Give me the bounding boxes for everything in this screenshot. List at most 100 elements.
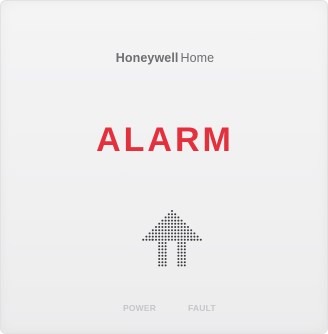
grille-dot (187, 238, 189, 241)
grille-dot (183, 235, 186, 238)
grille-dot (180, 258, 183, 260)
grille-dot (155, 232, 157, 235)
grille-dot (167, 235, 170, 238)
grille-dot (161, 261, 164, 264)
grille-dot (180, 242, 183, 244)
grille-dot (183, 226, 186, 228)
grille-dot (177, 219, 180, 222)
grille-dot (183, 261, 186, 264)
grille-dot (174, 232, 177, 235)
grille-dot (174, 235, 177, 238)
grille-dot (180, 235, 183, 238)
grille-dot (158, 222, 161, 225)
grille-dot (158, 258, 161, 260)
grille-dot (174, 229, 177, 232)
grille-dot (193, 232, 196, 235)
grille-dot (161, 235, 164, 238)
grille-dot (155, 229, 157, 232)
grille-dot (167, 238, 170, 241)
grille-dot (183, 222, 186, 225)
power-indicator-label: POWER (123, 303, 157, 313)
grille-dot (177, 258, 180, 260)
brand-suffix: Home (180, 51, 215, 65)
grille-dot (167, 226, 170, 228)
grille-dot (174, 222, 177, 225)
grille-dot (180, 226, 183, 228)
grille-dot (171, 216, 173, 219)
grille-dot (177, 251, 180, 254)
grille-dot (161, 258, 164, 260)
grille-dot (180, 229, 183, 232)
grille-dot (183, 251, 186, 254)
grille-dot (161, 222, 164, 225)
grille-dot (183, 264, 186, 267)
grille-dot (180, 245, 183, 248)
grille-dot (167, 222, 170, 225)
grille-dot (199, 238, 202, 241)
grille-dot (158, 226, 161, 228)
grille-dot (177, 248, 180, 251)
grille-dot (183, 248, 186, 251)
brand-logo: Honeywell Home (1, 51, 328, 65)
grille-dot (167, 229, 170, 232)
grille-dot (164, 248, 167, 251)
grille-dot (171, 226, 173, 228)
grille-dot (158, 248, 161, 251)
grille-dot (174, 216, 177, 219)
grille-dot (158, 238, 161, 241)
grille-dot (180, 264, 183, 267)
indicator-labels: POWER FAULT (1, 303, 328, 317)
grille-dot (164, 245, 167, 248)
grille-dot (167, 213, 170, 216)
grille-dot (174, 238, 177, 241)
grille-dot (174, 213, 177, 216)
grille-dot (161, 232, 164, 235)
grille-dot (183, 258, 186, 260)
grille-dot (158, 261, 161, 264)
grille-dot (164, 261, 167, 264)
grille-dot (148, 232, 151, 235)
grille-dot (167, 216, 170, 219)
grille-dot (151, 229, 154, 232)
grille-dot (148, 238, 151, 241)
grille-dot (161, 264, 164, 267)
alarm-device-panel: Honeywell Home ALARM POWER FAULT (0, 0, 328, 334)
grille-dot (164, 238, 167, 241)
grille-dot (183, 245, 186, 248)
grille-dot (161, 238, 164, 241)
grille-dot (171, 235, 173, 238)
grille-dot (183, 229, 186, 232)
grille-dot (171, 229, 173, 232)
grille-dot (171, 222, 173, 225)
grille-dot (161, 219, 164, 222)
grille-dot (187, 229, 189, 232)
grille-dot (183, 242, 186, 244)
brand-name: Honeywell (115, 51, 179, 65)
grille-dot (164, 232, 167, 235)
grille-dot (171, 213, 173, 216)
grille-dot (171, 232, 173, 235)
alarm-status-text: ALARM (96, 121, 234, 159)
grille-dot (158, 254, 161, 257)
grille-dot (190, 235, 193, 238)
grille-dot (177, 264, 180, 267)
grille-dot (177, 216, 180, 219)
grille-dot (180, 254, 183, 257)
grille-dot (180, 238, 183, 241)
grille-dot (177, 229, 180, 232)
grille-dot (164, 222, 167, 225)
grille-dot (193, 238, 196, 241)
grille-dot (158, 264, 161, 267)
grille-dot (164, 235, 167, 238)
grille-dot (183, 238, 186, 241)
grille-dot (190, 238, 193, 241)
grille-dot (180, 222, 183, 225)
grille-dot (161, 251, 164, 254)
grille-dot (161, 254, 164, 257)
grille-dot (155, 238, 157, 241)
grille-dot (180, 232, 183, 235)
grille-dot (155, 226, 157, 228)
grille-dot (161, 245, 164, 248)
fault-indicator-label: FAULT (188, 303, 216, 313)
grille-dot (148, 235, 151, 238)
